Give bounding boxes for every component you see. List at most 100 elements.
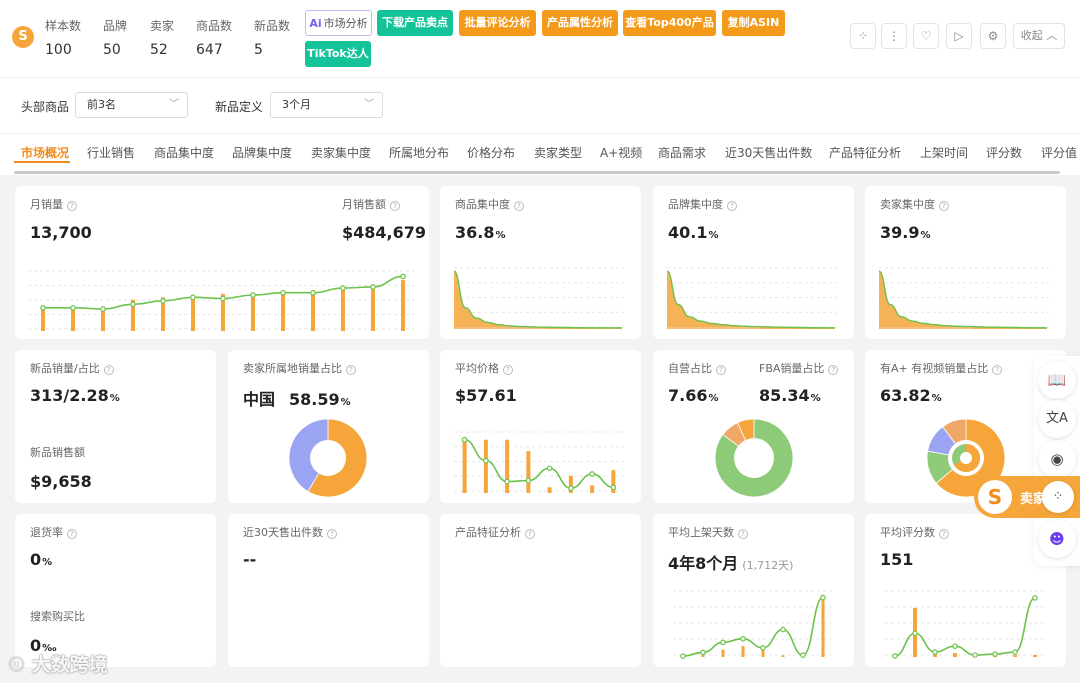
help-icon[interactable]: ?: [67, 201, 77, 211]
market-analysis-button[interactable]: Ai 市场分析: [305, 10, 372, 36]
attr-analysis-button[interactable]: 产品属性分析: [542, 10, 618, 36]
brand-concentration-chart: [666, 267, 837, 329]
help-icon[interactable]: ?: [103, 365, 114, 375]
tiktok-button[interactable]: TikTok达人: [305, 41, 371, 67]
series-line: [453, 270, 622, 329]
card-title: 卖家所属地销量占比?: [243, 360, 356, 376]
play-icon[interactable]: ▷: [946, 23, 972, 49]
book-icon[interactable]: 📖: [1038, 361, 1076, 399]
seller-concentration-chart: [878, 267, 1049, 329]
sold30-label: 近30天售出件数: [243, 526, 323, 539]
bar: [505, 439, 510, 493]
tab-listing-time[interactable]: 上架时间: [920, 144, 968, 161]
bar: [781, 655, 785, 657]
stat-brands: 品牌 50: [103, 17, 127, 58]
stat-products: 商品数 647: [196, 17, 232, 58]
card-title: 月销量?: [30, 196, 77, 212]
tab-price-distribution[interactable]: 价格分布: [467, 144, 515, 161]
help-icon[interactable]: ?: [716, 365, 726, 375]
head-products-label: 头部商品: [21, 100, 70, 114]
help-icon[interactable]: ?: [828, 365, 839, 375]
help-icon[interactable]: ?: [503, 365, 513, 375]
heart-icon[interactable]: ♡: [913, 23, 939, 49]
new-sales-label: 新品销量/占比: [30, 362, 100, 375]
help-icon[interactable]: ?: [939, 201, 949, 211]
seller-concentration-value: 39.9%: [880, 223, 931, 242]
head-products-select[interactable]: 前3名 ﹀: [75, 92, 188, 118]
grid-icon[interactable]: ⁘: [850, 23, 876, 49]
stat-value: 647: [196, 42, 223, 58]
apps-icon[interactable]: ⁘: [1042, 481, 1074, 513]
product-concentration-number: 36.8: [455, 223, 495, 242]
batch-review-button[interactable]: 批量评论分析: [459, 10, 536, 36]
unit: %: [708, 393, 719, 404]
tab-industry-sales[interactable]: 行业销售: [87, 144, 135, 161]
data-point: [1012, 649, 1018, 655]
stat-value: 50: [103, 42, 121, 58]
help-icon[interactable]: ?: [390, 201, 400, 211]
tab-seller-type[interactable]: 卖家类型: [534, 144, 582, 161]
data-point: [461, 436, 468, 443]
tab-30day-sold[interactable]: 近30天售出件数: [725, 144, 812, 161]
help-icon[interactable]: ?: [67, 529, 77, 539]
assistant-icon[interactable]: ☻: [1038, 520, 1076, 558]
tab-review-score[interactable]: 评分值: [1041, 144, 1077, 161]
tab-product-demand[interactable]: 商品需求: [658, 144, 706, 161]
bar: [371, 284, 375, 331]
fba-donut: [714, 418, 794, 498]
data-point: [800, 652, 806, 658]
card-title: FBA销量占比?: [759, 360, 839, 376]
tab-region-distribution[interactable]: 所属地分布: [389, 144, 449, 161]
tab-scrollbar[interactable]: [14, 171, 1060, 174]
bar: [721, 649, 725, 657]
new-revenue-value: $9,658: [30, 472, 92, 491]
fba-number: 85.34: [759, 386, 810, 405]
copy-asin-button[interactable]: 复制ASIN: [722, 10, 785, 36]
aplus-label: 有A+ 有视频销量占比: [880, 362, 989, 375]
help-icon[interactable]: ?: [727, 201, 737, 211]
tab-aplus-video[interactable]: A+视频: [600, 144, 642, 161]
tab-market-overview[interactable]: 市场概况: [21, 144, 69, 161]
settings-icon[interactable]: ⚙: [980, 23, 1006, 49]
tab-review-count[interactable]: 评分数: [986, 144, 1022, 161]
bar: [1013, 655, 1017, 657]
brand-logo-icon: S: [978, 480, 1012, 514]
bar: [462, 437, 467, 493]
help-icon[interactable]: ?: [992, 365, 1003, 375]
search-buy-ratio-label: 搜索购买比: [30, 610, 85, 623]
unit: %: [109, 393, 120, 404]
broadcast-icon[interactable]: ◉: [1038, 440, 1076, 478]
help-icon[interactable]: ?: [525, 529, 535, 539]
seller-region-number: 58.59: [289, 390, 340, 409]
translate-icon[interactable]: 文A: [1038, 400, 1076, 438]
help-icon[interactable]: ?: [939, 529, 949, 539]
tab-feature-analysis[interactable]: 产品特征分析: [829, 144, 901, 161]
tab-seller-concentration[interactable]: 卖家集中度: [311, 144, 371, 161]
collapse-button[interactable]: 收起 ︿: [1013, 23, 1065, 49]
help-icon[interactable]: ?: [514, 201, 524, 211]
top400-button[interactable]: 查看Top400产品: [623, 10, 716, 36]
monthly-sales-label: 月销量: [30, 198, 63, 211]
help-icon[interactable]: ?: [346, 365, 356, 375]
data-point: [820, 594, 826, 601]
data-point: [720, 639, 726, 646]
stat-value: 100: [45, 42, 72, 58]
review-count-chart: [885, 590, 1045, 659]
download-selling-points-button[interactable]: 下载产品卖点: [377, 10, 453, 36]
watermark: ☉ 大数跨境: [8, 650, 108, 677]
card-avg-price: 平均价格? $57.61: [440, 350, 641, 503]
tab-brand-concentration[interactable]: 品牌集中度: [232, 144, 292, 161]
product-concentration-value: 36.8%: [455, 223, 506, 242]
help-icon[interactable]: ?: [327, 529, 337, 539]
avg-listing-label: 平均上架天数: [668, 526, 734, 539]
self-op-label: 自营占比: [668, 362, 712, 375]
return-rate-number: 0: [30, 550, 42, 569]
help-icon[interactable]: ?: [738, 529, 748, 539]
avg-reviews-label: 平均评分数: [880, 526, 935, 539]
more-icon[interactable]: ⋮: [881, 23, 907, 49]
top-bar: S 样本数 100 品牌 50 卖家 52 商品数 647 新品数 5 Ai 市场分析 下载…: [0, 0, 1080, 78]
fba-label: FBA销量占比: [759, 362, 825, 375]
tab-product-concentration[interactable]: 商品集中度: [154, 144, 214, 161]
new-product-def-select[interactable]: 3个月 ﹀: [270, 92, 383, 118]
data-point: [680, 653, 686, 659]
